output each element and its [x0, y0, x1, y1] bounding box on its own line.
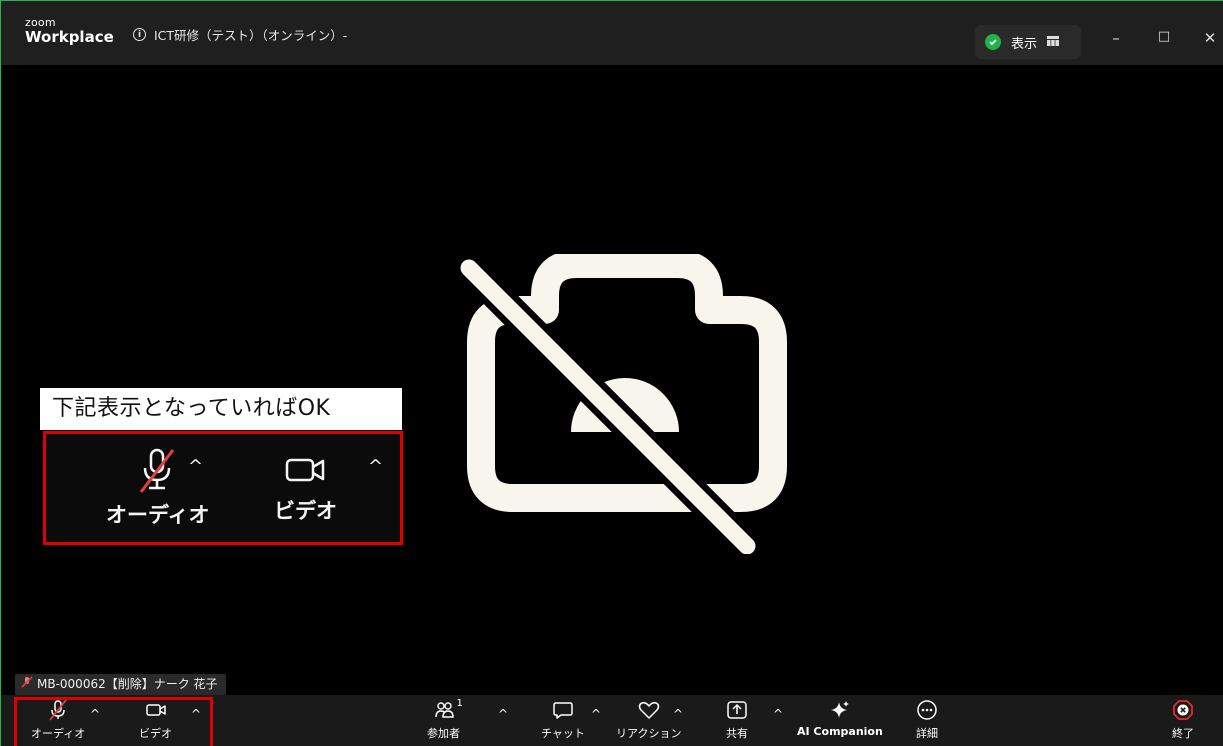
zoomed-video: ビデオ	[274, 450, 337, 525]
info-icon[interactable]: i	[133, 28, 146, 41]
end-label: 終了	[1172, 727, 1194, 740]
participants-label: 参加者	[427, 727, 460, 740]
end-meeting-button[interactable]: 終了	[1172, 699, 1194, 741]
zoomed-audio-label: オーディオ	[106, 503, 210, 527]
chat-label: チャット	[541, 727, 585, 740]
zoomed-muted-mic-icon	[135, 448, 181, 499]
security-shield-icon[interactable]	[985, 34, 1001, 50]
participants-caret-icon[interactable]: ^	[498, 707, 508, 721]
meeting-info[interactable]: i ICT研修（テスト）（オンライン）-	[133, 25, 347, 44]
chat-bubble-icon	[552, 702, 574, 724]
sparkle-icon	[829, 701, 851, 724]
toolbar-highlight-box	[14, 697, 213, 746]
annotation-callout: 下記表示となっていればOK	[40, 388, 402, 430]
reactions-button[interactable]: リアクション	[616, 699, 681, 741]
reactions-label: リアクション	[616, 727, 682, 740]
minimize-button[interactable]: –	[1106, 29, 1126, 47]
brand-bottom: Workplace	[25, 28, 114, 46]
participants-button[interactable]: 1 参加者	[427, 698, 463, 741]
ai-companion-label: AI Companion	[797, 725, 883, 738]
meeting-title: ICT研修（テスト）（オンライン）-	[154, 28, 348, 43]
participants-icon: 1	[433, 698, 463, 724]
more-button[interactable]: 詳細	[916, 699, 938, 741]
maximize-button[interactable]: □	[1154, 29, 1174, 44]
close-window-button[interactable]: ✕	[1200, 29, 1220, 47]
participant-name: MB-000062【削除】ナーク 花子	[37, 677, 218, 691]
zoomed-video-caret-icon: ^	[368, 456, 384, 477]
end-x-icon	[1172, 700, 1194, 724]
share-button[interactable]: 共有	[726, 699, 748, 741]
brand-top: zoom	[25, 16, 56, 29]
muted-mic-small-icon	[21, 674, 33, 695]
grid-view-icon	[1047, 35, 1060, 50]
zoom-logo: zoom Workplace	[25, 17, 114, 45]
view-button[interactable]: 表示	[975, 25, 1081, 59]
participants-count: 1	[456, 698, 463, 709]
ai-companion-button[interactable]: AI Companion	[797, 699, 883, 738]
chat-caret-icon[interactable]: ^	[591, 707, 601, 721]
share-label: 共有	[726, 727, 748, 740]
zoomed-video-label: ビデオ	[274, 499, 337, 523]
share-caret-icon[interactable]: ^	[773, 707, 783, 721]
more-ellipsis-icon	[916, 700, 938, 724]
participant-name-tag: MB-000062【削除】ナーク 花子	[15, 674, 226, 695]
reactions-caret-icon[interactable]: ^	[673, 707, 683, 721]
view-label: 表示	[1011, 36, 1038, 52]
more-label: 詳細	[916, 727, 938, 740]
zoomed-video-camera-icon	[283, 458, 329, 495]
camera-off-icon	[455, 250, 795, 563]
chat-button[interactable]: チャット	[541, 699, 585, 741]
share-screen-icon	[726, 701, 748, 724]
annotation-zoom-box: オーディオ ^ ビデオ ^	[43, 431, 403, 545]
title-bar: zoom Workplace i ICT研修（テスト）（オンライン）- 表示 –…	[1, 1, 1223, 65]
heart-icon	[638, 701, 660, 724]
zoomed-audio-caret-icon: ^	[188, 456, 204, 477]
